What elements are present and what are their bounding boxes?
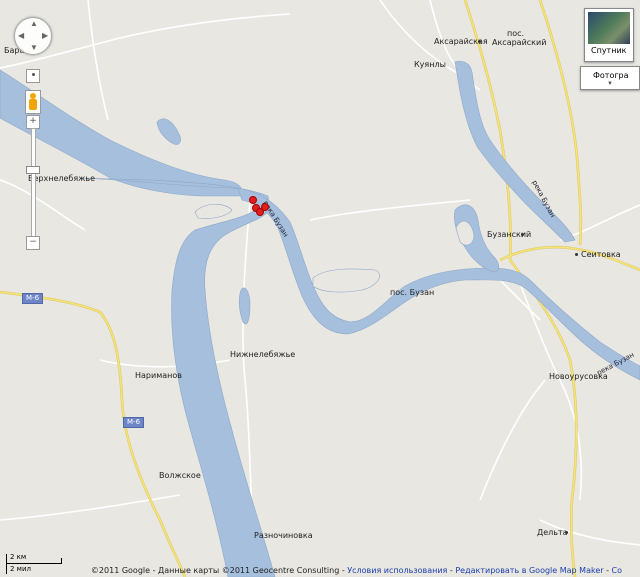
- place-label-delta: Дельта: [537, 528, 568, 537]
- place-label-pos-aksaraisky-2: Аксарайский: [492, 38, 547, 47]
- scale-mi-label: 2 мил: [10, 565, 31, 573]
- place-label-kuyanly: Куянлы: [414, 60, 446, 69]
- scale-tick: [6, 554, 7, 574]
- photos-button[interactable]: Фотогра ▼: [580, 66, 640, 90]
- satellite-button[interactable]: Спутник: [584, 8, 634, 62]
- copyright-text: ©2011 Google - Данные карты ©2011 Geocen…: [90, 566, 348, 575]
- place-label-nizhnelebyazhye: Нижнелебяжье: [230, 350, 296, 359]
- station-dot: [521, 233, 524, 236]
- place-label-buzansky: Бузанский: [487, 230, 532, 239]
- place-label-seitovka: Сеитовка: [581, 250, 621, 259]
- scale-tick: [61, 558, 62, 564]
- road-shield-m6-lower: М-6: [123, 417, 145, 428]
- zoom-slider-track[interactable]: [31, 128, 36, 238]
- station-dot: [565, 531, 568, 534]
- place-label-verkhnelebyazhye: Верхнелебяжье: [28, 174, 95, 183]
- pan-control[interactable]: ▲ ▼ ◀ ▶: [14, 17, 52, 55]
- scale-line: [6, 563, 62, 564]
- dot-icon: [31, 73, 35, 76]
- place-label-pos-aksaraisky-1: пос.: [507, 29, 525, 38]
- map-canvas[interactable]: [0, 0, 640, 577]
- map-marker[interactable]: [249, 196, 257, 204]
- satellite-label: Спутник: [591, 46, 627, 55]
- pan-right-icon[interactable]: ▶: [42, 32, 48, 40]
- zoom-in-button[interactable]: +: [26, 115, 40, 129]
- locate-button[interactable]: [26, 69, 40, 83]
- pan-left-icon[interactable]: ◀: [18, 32, 24, 40]
- pan-down-icon[interactable]: ▼: [30, 44, 38, 52]
- scale-km-label: 2 км: [10, 553, 27, 561]
- zoom-slider-thumb[interactable]: [26, 166, 40, 174]
- place-label-narimanov: Нариманов: [135, 371, 182, 380]
- pegman-icon[interactable]: [25, 90, 41, 114]
- station-dot: [478, 40, 481, 43]
- map-marker[interactable]: [261, 203, 269, 211]
- road-shield-m6-upper: М-6: [22, 293, 44, 304]
- zoom-out-button[interactable]: −: [26, 236, 40, 250]
- footer-sep: -: [603, 566, 612, 575]
- scale-bar: 2 км 2 мил: [4, 552, 66, 576]
- pan-up-icon[interactable]: ▲: [30, 20, 38, 28]
- copyright-footer: ©2011 Google - Данные карты ©2011 Geocen…: [91, 566, 622, 575]
- report-error-link[interactable]: Со: [612, 566, 622, 575]
- place-label-volzhskoe: Волжское: [159, 471, 201, 480]
- photos-label: Фотогра: [593, 71, 629, 80]
- place-label-pos-buzan: пос. Бузан: [390, 288, 435, 297]
- satellite-thumbnail-icon: [588, 12, 630, 44]
- edit-map-maker-link[interactable]: Редактировать в Google Map Maker: [455, 566, 603, 575]
- station-dot: [575, 253, 578, 256]
- chevron-down-icon: ▼: [607, 81, 613, 87]
- terms-link[interactable]: Условия использования: [347, 566, 447, 575]
- place-label-raznochinovka: Разночиновка: [254, 531, 313, 540]
